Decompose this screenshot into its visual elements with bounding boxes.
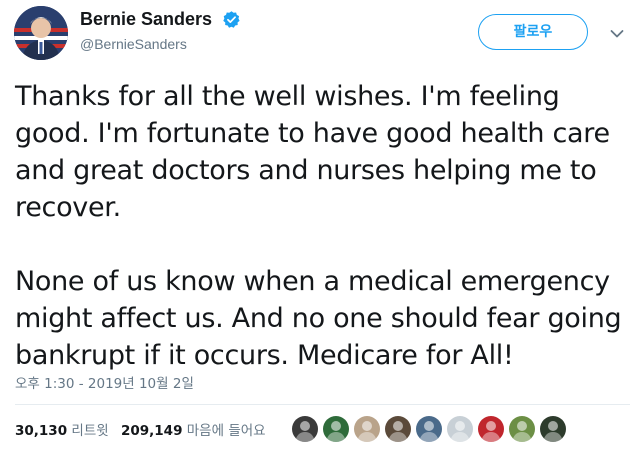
liker-avatar-4[interactable]: [385, 416, 411, 442]
liker-avatar-5[interactable]: [416, 416, 442, 442]
tweet-text: Thanks for all the well wishes. I'm feel…: [15, 78, 630, 374]
liker-avatars: [292, 416, 571, 444]
author-info: Bernie Sanders @BernieSanders: [80, 9, 241, 52]
author-handle[interactable]: @BernieSanders: [80, 36, 241, 52]
retweets-count: 30,130: [15, 423, 68, 439]
liker-avatar-7[interactable]: [478, 416, 504, 442]
likes-label: 마음에 들어요: [186, 423, 266, 439]
liker-avatar-3[interactable]: [354, 416, 380, 442]
liker-avatar-2[interactable]: [323, 416, 349, 442]
tweet-stats: 30,130 리트윗 209,149 마음에 들어요: [15, 419, 274, 439]
liker-avatar-9[interactable]: [540, 416, 566, 442]
tweet-paragraph: Thanks for all the well wishes. I'm feel…: [15, 81, 619, 223]
tweet-paragraph: None of us know when a medical emergency…: [15, 266, 630, 371]
retweets-stat[interactable]: 30,130 리트윗: [15, 419, 109, 439]
author-avatar[interactable]: [14, 6, 68, 60]
tweet-timestamp[interactable]: 오후 1:30 - 2019년 10월 2일: [15, 372, 194, 392]
liker-avatar-8[interactable]: [509, 416, 535, 442]
liker-avatar-1[interactable]: [292, 416, 318, 442]
author-name[interactable]: Bernie Sanders: [80, 9, 212, 30]
retweets-label: 리트윗: [71, 423, 109, 439]
likes-count: 209,149: [120, 423, 183, 439]
tweet-header: Bernie Sanders @BernieSanders 팔로우: [0, 0, 640, 70]
divider: [15, 404, 630, 405]
likes-stat[interactable]: 209,149 마음에 들어요: [121, 419, 266, 439]
verified-badge-icon: [222, 10, 241, 29]
chevron-down-icon[interactable]: [610, 26, 624, 38]
liker-avatar-6[interactable]: [447, 416, 473, 442]
follow-button[interactable]: 팔로우: [478, 14, 588, 50]
